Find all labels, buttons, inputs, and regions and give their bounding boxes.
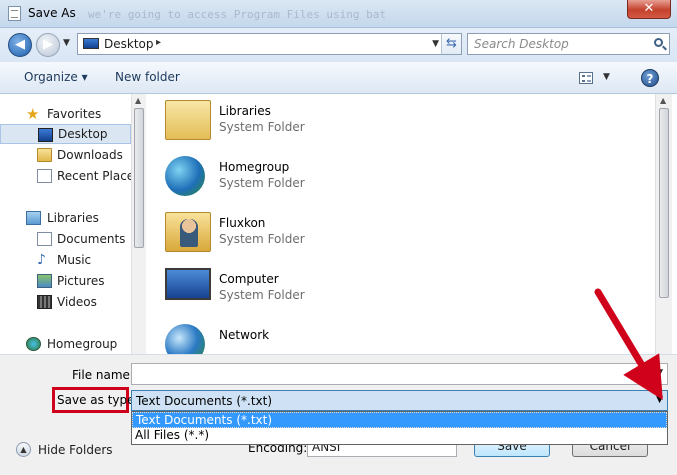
- nav-item-libraries[interactable]: Libraries: [0, 208, 131, 228]
- save-as-type-options: Text Documents (*.txt) All Files (*.*): [131, 411, 668, 445]
- scroll-up-icon[interactable]: ▲: [660, 96, 666, 105]
- nav-item-favorites[interactable]: ★ Favorites: [0, 104, 131, 124]
- star-icon: ★: [26, 105, 40, 123]
- list-item-fluxkon[interactable]: Fluxkon System Folder: [165, 210, 465, 258]
- list-item-homegroup[interactable]: Homegroup System Folder: [165, 154, 465, 202]
- nav-item-label: Recent Places: [57, 169, 131, 183]
- option-all-files[interactable]: All Files (*.*): [132, 428, 667, 444]
- item-name: Libraries: [219, 104, 271, 118]
- save-as-type-select[interactable]: Text Documents (*.txt) ▼: [131, 390, 668, 411]
- libraries-icon: [26, 211, 41, 225]
- downloads-icon: [37, 148, 52, 162]
- file-name-label: File name:: [72, 368, 134, 382]
- back-button[interactable]: ◀: [8, 33, 32, 57]
- address-bar-row: ◀ ▶ ▼ Desktop ▸ ▼ ⇆: [0, 28, 677, 62]
- item-type: System Folder: [219, 120, 305, 134]
- file-list-scrollbar[interactable]: ▲: [655, 94, 672, 354]
- notepad-icon: [8, 6, 21, 21]
- user-folder-icon: [165, 212, 211, 252]
- help-icon[interactable]: ?: [641, 69, 659, 87]
- nav-pane-scrollbar[interactable]: ▲: [131, 94, 146, 354]
- nav-item-label: Homegroup: [47, 337, 118, 351]
- view-options-dropdown[interactable]: ▼: [603, 72, 610, 82]
- nav-item-label: Music: [57, 253, 92, 267]
- item-name: Fluxkon: [219, 216, 266, 230]
- save-as-type-label: Save as type:: [57, 393, 139, 407]
- nav-item-videos[interactable]: Videos: [0, 292, 131, 312]
- file-list: Libraries System Folder Homegroup System…: [147, 94, 655, 354]
- title-bar: Save As we're going to access Program Fi…: [0, 0, 677, 28]
- chevron-up-icon: ▲: [16, 442, 31, 457]
- search-box[interactable]: [467, 33, 670, 55]
- nav-item-recent-places[interactable]: Recent Places: [0, 166, 131, 186]
- item-type: System Folder: [219, 176, 305, 190]
- close-button[interactable]: ✕: [627, 0, 671, 19]
- music-icon: ♪: [37, 252, 46, 268]
- desktop-icon: [83, 38, 99, 49]
- organize-button[interactable]: Organize ▾: [24, 70, 88, 84]
- file-name-dropdown-icon[interactable]: ▼: [656, 368, 663, 378]
- nav-item-label: Favorites: [47, 107, 102, 121]
- navigation-pane: ★ Favorites Desktop Downloads Recent Pla…: [0, 94, 131, 354]
- libraries-folder-icon: [165, 100, 211, 140]
- file-list-scroll-thumb[interactable]: [659, 108, 669, 298]
- homegroup-icon: [26, 337, 41, 351]
- nav-item-label: Pictures: [57, 274, 105, 288]
- scroll-up-icon[interactable]: ▲: [135, 96, 141, 105]
- nav-item-downloads[interactable]: Downloads: [0, 145, 131, 165]
- nav-item-homegroup[interactable]: Homegroup: [0, 334, 131, 354]
- item-name: Homegroup: [219, 160, 290, 174]
- nav-item-label: Documents: [57, 232, 126, 246]
- recent-places-icon: [37, 169, 52, 183]
- background-text: we're going to access Program Files usin…: [88, 8, 387, 21]
- search-input[interactable]: [472, 36, 642, 52]
- save-as-type-dropdown-icon[interactable]: ▼: [656, 395, 663, 405]
- address-dropdown-icon[interactable]: ▼: [432, 39, 439, 49]
- desktop-icon: [38, 128, 53, 142]
- nav-item-desktop[interactable]: Desktop: [0, 124, 131, 144]
- item-name: Network: [219, 328, 270, 342]
- file-name-input[interactable]: [135, 365, 645, 383]
- list-item-network[interactable]: Network: [165, 322, 465, 354]
- nav-item-label: Desktop: [58, 127, 108, 141]
- videos-icon: [37, 295, 52, 309]
- command-toolbar: Organize ▾ New folder ▼ ?: [0, 62, 677, 94]
- item-type: System Folder: [219, 288, 305, 302]
- save-as-type-value: Text Documents (*.txt): [136, 394, 273, 408]
- pictures-icon: [37, 274, 52, 288]
- change-view-icon[interactable]: [579, 72, 593, 84]
- nav-item-documents[interactable]: Documents: [0, 229, 131, 249]
- nav-item-label: Videos: [57, 295, 97, 309]
- item-type: System Folder: [219, 232, 305, 246]
- window-title: Save As: [28, 6, 76, 20]
- nav-item-pictures[interactable]: Pictures: [0, 271, 131, 291]
- refresh-button[interactable]: ⇆: [441, 34, 461, 54]
- network-icon: [165, 324, 205, 354]
- save-options-panel: File name: ▼ Save as type: Text Document…: [0, 354, 677, 475]
- list-item-computer[interactable]: Computer System Folder: [165, 266, 465, 314]
- hide-folders-label: Hide Folders: [38, 443, 113, 457]
- list-item-libraries[interactable]: Libraries System Folder: [165, 98, 465, 146]
- computer-icon: [165, 268, 211, 300]
- file-name-combobox[interactable]: ▼: [131, 363, 668, 385]
- option-text-documents[interactable]: Text Documents (*.txt): [132, 412, 667, 428]
- nav-item-label: Downloads: [57, 148, 123, 162]
- item-name: Computer: [219, 272, 279, 286]
- search-icon[interactable]: [654, 38, 663, 47]
- forward-button[interactable]: ▶: [36, 33, 60, 57]
- address-field[interactable]: Desktop ▸ ▼ ⇆: [77, 33, 462, 55]
- nav-item-label: Libraries: [47, 211, 99, 225]
- breadcrumb-arrow-icon[interactable]: ▸: [156, 37, 161, 48]
- nav-scroll-thumb[interactable]: [134, 108, 144, 248]
- homegroup-icon: [165, 156, 205, 196]
- new-folder-button[interactable]: New folder: [115, 70, 180, 84]
- documents-icon: [37, 232, 52, 246]
- recent-locations-dropdown[interactable]: ▼: [63, 38, 70, 48]
- nav-item-music[interactable]: ♪ Music: [0, 250, 131, 270]
- breadcrumb-desktop[interactable]: Desktop: [104, 37, 154, 51]
